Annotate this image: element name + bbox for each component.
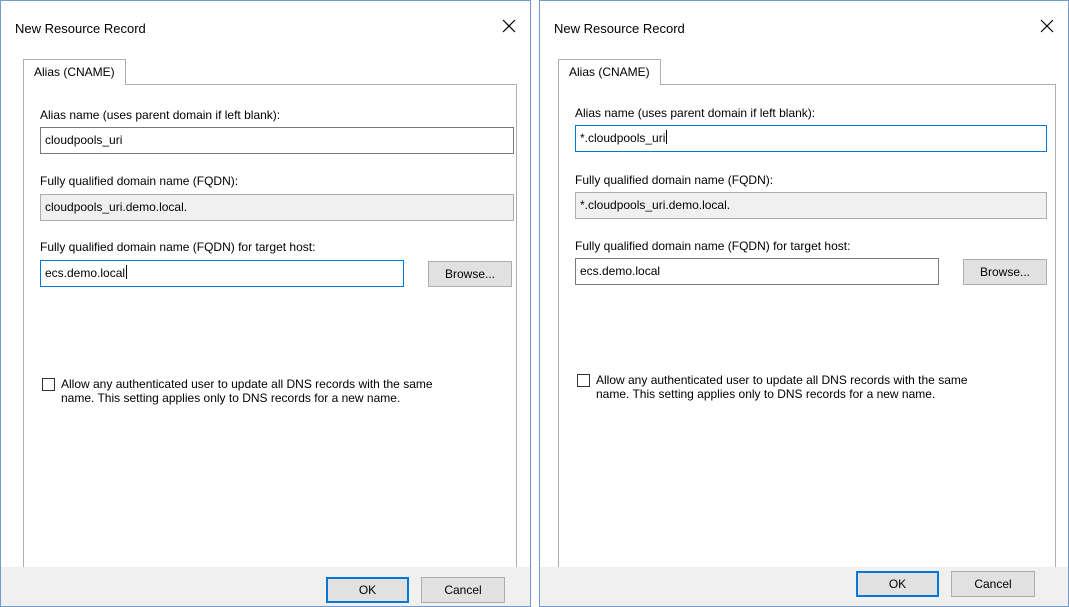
fqdn-label: Fully qualified domain name (FQDN):	[575, 173, 774, 187]
target-host-label: Fully qualified domain name (FQDN) for t…	[575, 239, 851, 253]
target-host-label: Fully qualified domain name (FQDN) for t…	[40, 240, 316, 254]
title-bar: New Resource Record	[1, 1, 530, 58]
fqdn-label: Fully qualified domain name (FQDN):	[40, 174, 239, 188]
text-caret	[666, 130, 668, 144]
tab-panel: Alias name (uses parent domain if left b…	[23, 84, 517, 568]
title-bar: New Resource Record	[540, 1, 1068, 58]
allow-update-checkbox[interactable]	[42, 378, 55, 391]
alias-name-value: *.cloudpools_uri	[580, 131, 666, 145]
target-host-input[interactable]: ecs.demo.local	[40, 260, 404, 287]
dialog-title: New Resource Record	[15, 21, 146, 36]
dialog-footer: OK Cancel	[540, 567, 1068, 606]
cancel-button[interactable]: Cancel	[421, 577, 505, 603]
fqdn-field: *.cloudpools_uri.demo.local.	[575, 192, 1047, 219]
ok-button[interactable]: OK	[326, 577, 409, 603]
close-icon[interactable]	[1034, 13, 1060, 39]
alias-name-input[interactable]: *.cloudpools_uri	[575, 125, 1047, 152]
allow-update-checkbox[interactable]	[577, 374, 590, 387]
alias-name-label: Alias name (uses parent domain if left b…	[40, 108, 281, 122]
alias-name-input[interactable]: cloudpools_uri	[40, 127, 514, 154]
dialog-footer: OK Cancel	[1, 567, 530, 606]
cancel-button[interactable]: Cancel	[951, 571, 1035, 597]
text-caret	[126, 265, 128, 279]
tab-alias-cname[interactable]: Alias (CNAME)	[558, 59, 661, 85]
tab-panel: Alias name (uses parent domain if left b…	[558, 84, 1056, 568]
browse-button[interactable]: Browse...	[963, 259, 1047, 285]
allow-update-label-line1: Allow any authenticated user to update a…	[596, 373, 968, 387]
allow-update-label-line1: Allow any authenticated user to update a…	[61, 377, 433, 391]
fqdn-field: cloudpools_uri.demo.local.	[40, 194, 514, 221]
browse-button[interactable]: Browse...	[428, 261, 512, 287]
alias-name-label: Alias name (uses parent domain if left b…	[575, 106, 816, 120]
allow-update-label-line2: name. This setting applies only to DNS r…	[61, 391, 401, 405]
allow-update-label-line2: name. This setting applies only to DNS r…	[596, 387, 936, 401]
target-host-value: ecs.demo.local	[45, 266, 126, 280]
target-host-input[interactable]: ecs.demo.local	[575, 258, 939, 285]
new-resource-record-dialog-right: New Resource Record Alias (CNAME) Alias …	[539, 0, 1069, 607]
tab-alias-cname[interactable]: Alias (CNAME)	[23, 59, 126, 85]
dialog-title: New Resource Record	[554, 21, 685, 36]
new-resource-record-dialog-left: New Resource Record Alias (CNAME) Alias …	[0, 0, 531, 607]
close-icon[interactable]	[496, 13, 522, 39]
ok-button[interactable]: OK	[856, 571, 939, 597]
